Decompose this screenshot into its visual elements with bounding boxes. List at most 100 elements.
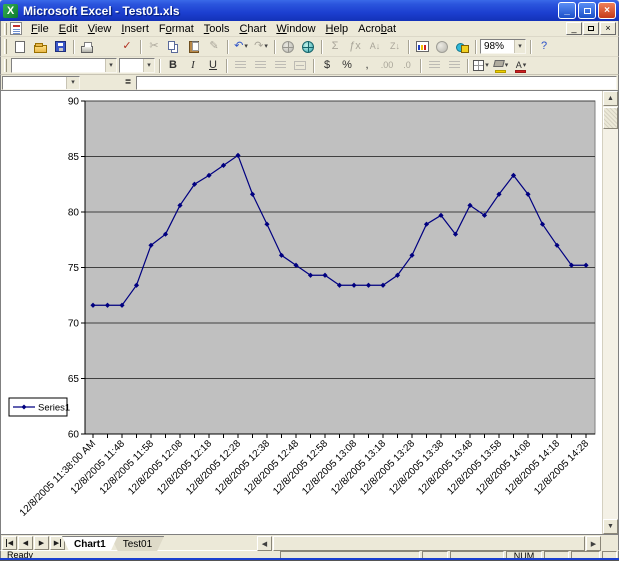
formatting-toolbar: ▾▾BIU$%,.00.0▾▾A▾: [0, 57, 619, 75]
name-box[interactable]: ▾: [2, 76, 80, 90]
bold-button[interactable]: B: [163, 57, 183, 75]
save-button[interactable]: [50, 38, 70, 56]
menu-item-window[interactable]: Window: [271, 22, 320, 36]
print-preview-button[interactable]: [97, 38, 117, 56]
toolbar-grip[interactable]: [4, 59, 7, 73]
previous-sheet-button[interactable]: ◀: [18, 536, 33, 550]
currency-button[interactable]: $: [317, 57, 337, 75]
next-sheet-button[interactable]: ▶: [34, 536, 49, 550]
drawing-button[interactable]: [452, 38, 472, 56]
menu-item-file[interactable]: File: [26, 22, 54, 36]
minimize-button[interactable]: _: [558, 2, 576, 19]
paste-button[interactable]: [184, 38, 204, 56]
increase-decimal-button: .00: [377, 57, 397, 75]
workbook-close-button[interactable]: ×: [600, 22, 616, 35]
fill-color-button[interactable]: ▾: [491, 57, 511, 75]
sheet-tab-chart1[interactable]: Chart1: [62, 536, 118, 551]
menu-item-format[interactable]: Format: [154, 22, 199, 36]
last-sheet-button[interactable]: ▶: [50, 536, 65, 550]
chevron-down-icon[interactable]: ▾: [514, 40, 525, 53]
horizontal-scroll-thumb[interactable]: [273, 536, 585, 551]
borders-icon: [473, 60, 484, 71]
chart[interactable]: 6065707580859012/8/2005 11:38:00 AM12/8/…: [1, 91, 602, 534]
save-icon: [55, 41, 66, 52]
undo-icon: ↶: [234, 41, 243, 52]
menu-item-help[interactable]: Help: [321, 22, 354, 36]
chevron-down-icon[interactable]: ▾: [66, 77, 79, 89]
close-button[interactable]: ×: [598, 2, 616, 19]
help-icon: ?: [541, 41, 547, 52]
percent-icon: %: [342, 60, 352, 71]
sheet-tab-test01[interactable]: Test01: [111, 536, 164, 551]
y-axis-label: 75: [68, 263, 80, 274]
chart-wizard-button[interactable]: [412, 38, 432, 56]
status-mode: Ready: [1, 551, 278, 558]
workbook-minimize-button[interactable]: _: [566, 22, 582, 35]
map-icon: [436, 41, 448, 53]
bold-icon: B: [169, 60, 177, 71]
chevron-down-icon[interactable]: ▾: [105, 59, 116, 72]
chevron-down-icon: ▾: [264, 43, 268, 50]
restore-icon: [588, 26, 594, 31]
menu-item-view[interactable]: View: [83, 22, 117, 36]
scroll-right-button[interactable]: ▶: [586, 536, 601, 551]
font-combo[interactable]: ▾: [11, 58, 117, 73]
close-icon: ×: [605, 24, 610, 33]
menu-item-acrobat[interactable]: Acrobat: [353, 22, 401, 36]
print-button[interactable]: [77, 38, 97, 56]
scroll-left-button[interactable]: ◀: [257, 536, 272, 551]
percent-button[interactable]: %: [337, 57, 357, 75]
toolbar-grip[interactable]: [4, 39, 7, 54]
zoom-combo[interactable]: 98%▾: [480, 39, 526, 54]
help-button[interactable]: ?: [534, 38, 554, 56]
underline-icon: U: [209, 60, 217, 71]
vertical-scroll-thumb[interactable]: [603, 107, 618, 129]
menu-item-tools[interactable]: Tools: [199, 22, 235, 36]
chevron-down-icon[interactable]: ▾: [143, 59, 154, 72]
scroll-up-button[interactable]: ▲: [603, 91, 618, 106]
chevron-down-icon: ▾: [485, 62, 489, 69]
horizontal-scrollbar[interactable]: ◀ ▶: [257, 536, 601, 551]
font-color-button[interactable]: A▾: [511, 57, 531, 75]
workbook-restore-button[interactable]: [583, 22, 599, 35]
formula-input[interactable]: [136, 76, 617, 90]
formatting-toolbar-buttons: ▾▾BIU$%,.00.0▾▾A▾: [10, 57, 531, 75]
sheet-tab-bar: ◀◀▶▶ Chart1Test01 ◀ ▶: [0, 534, 619, 550]
spelling-button[interactable]: ✓: [117, 38, 137, 56]
align-right-button: [270, 57, 290, 75]
undo-button[interactable]: ↶▾: [231, 38, 251, 56]
underline-button[interactable]: U: [203, 57, 223, 75]
autosum-button: Σ: [325, 38, 345, 56]
toolbar-separator: [140, 40, 141, 54]
fill-color-icon: [493, 60, 505, 67]
new-icon: [15, 41, 25, 53]
open-button[interactable]: [30, 38, 50, 56]
sort-ascending-icon: A↓: [370, 42, 381, 51]
equals-button[interactable]: =: [120, 76, 136, 90]
vertical-scrollbar[interactable]: ▲ ▼: [602, 91, 618, 534]
format-painter-icon: ✎: [209, 41, 218, 52]
copy-button[interactable]: [164, 38, 184, 56]
borders-button[interactable]: ▾: [471, 57, 491, 75]
align-left-button: [230, 57, 250, 75]
first-sheet-button[interactable]: ◀: [2, 536, 17, 550]
restore-icon: [584, 8, 591, 14]
toolbar-grip[interactable]: [4, 23, 7, 35]
y-axis-label: 60: [68, 430, 80, 441]
scroll-down-button[interactable]: ▼: [603, 519, 618, 534]
toolbar-separator: [408, 40, 409, 54]
font-size-combo[interactable]: ▾: [119, 58, 155, 73]
chart-sheet-icon[interactable]: [10, 22, 22, 35]
menu-item-insert[interactable]: Insert: [116, 22, 154, 36]
italic-button[interactable]: I: [183, 57, 203, 75]
web-toolbar-button[interactable]: [298, 38, 318, 56]
new-button[interactable]: [10, 38, 30, 56]
menu-items: FileEditViewInsertFormatToolsChartWindow…: [26, 22, 401, 36]
toolbar-separator: [159, 59, 160, 73]
comma-button[interactable]: ,: [357, 57, 377, 75]
menu-item-edit[interactable]: Edit: [54, 22, 83, 36]
comma-icon: ,: [365, 60, 368, 71]
status-bar: Ready NUM: [0, 550, 619, 558]
menu-item-chart[interactable]: Chart: [234, 22, 271, 36]
restore-button[interactable]: [578, 2, 596, 19]
